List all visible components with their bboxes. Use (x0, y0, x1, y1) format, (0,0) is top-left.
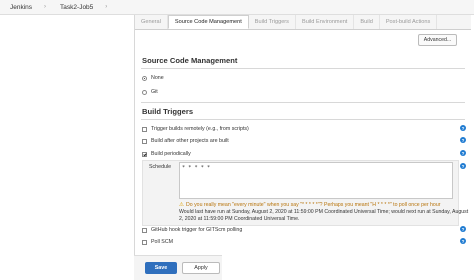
help-icon[interactable]: ? (460, 150, 466, 156)
trigger-remote[interactable]: Trigger builds remotely (e.g., from scri… (142, 126, 249, 132)
scm-option-git-label: Git (151, 89, 158, 95)
config-tabs: General Source Code Management Build Tri… (135, 15, 471, 30)
checkbox-icon[interactable] (142, 138, 147, 144)
trigger-after-projects-label: Build after other projects are built (151, 138, 229, 144)
help-icon[interactable]: ? (460, 125, 466, 131)
scm-section-title: Source Code Management (142, 56, 238, 65)
schedule-warning: ⚠ Do you really mean "every minute" when… (179, 202, 440, 208)
radio-icon[interactable] (142, 89, 147, 95)
advanced-button[interactable]: Advanced... (418, 34, 457, 46)
warning-icon: ⚠ (179, 202, 185, 208)
trigger-poll-scm-label: Poll SCM (151, 239, 174, 245)
tab-build[interactable]: Build (354, 15, 380, 29)
help-icon[interactable]: ? (460, 137, 466, 143)
trigger-github-hook[interactable]: GitHub hook trigger for GITScm polling (142, 227, 242, 233)
trigger-periodically-label: Build periodically (151, 151, 191, 157)
checkbox-icon[interactable] (142, 126, 147, 132)
trigger-github-hook-label: GitHub hook trigger for GITScm polling (151, 227, 243, 233)
tab-build-triggers[interactable]: Build Triggers (249, 15, 296, 29)
checkbox-icon[interactable] (142, 227, 147, 233)
schedule-textarea[interactable]: * * * * * (179, 162, 453, 199)
trigger-poll-scm[interactable]: Poll SCM (142, 239, 173, 245)
checkbox-icon[interactable] (142, 239, 147, 245)
divider (141, 119, 465, 120)
help-icon[interactable]: ? (460, 238, 466, 244)
schedule-info: Would last have run at Sunday, August 2,… (179, 209, 469, 222)
tab-post-build-actions[interactable]: Post-build Actions (380, 15, 438, 29)
tab-source-code-management[interactable]: Source Code Management (167, 15, 249, 29)
scm-option-none[interactable]: None (142, 75, 164, 81)
build-triggers-section-title: Build Triggers (142, 107, 194, 116)
apply-button[interactable]: Apply (182, 262, 220, 274)
breadcrumb-separator-icon: › (105, 4, 108, 10)
divider (141, 102, 465, 103)
trigger-remote-label: Trigger builds remotely (e.g., from scri… (151, 126, 249, 132)
tab-general[interactable]: General (135, 15, 168, 29)
radio-selected-icon[interactable] (142, 75, 147, 81)
config-panel: General Source Code Management Build Tri… (134, 15, 471, 279)
tab-build-environment[interactable]: Build Environment (296, 15, 355, 29)
schedule-label: Schedule (149, 164, 172, 170)
breadcrumb-root-label[interactable]: Jenkins (10, 4, 32, 11)
schedule-warning-text: Do you really mean "every minute" when y… (186, 202, 441, 208)
help-icon[interactable]: ? (460, 163, 466, 169)
trigger-periodically[interactable]: Build periodically (142, 151, 191, 157)
scm-option-none-label: None (151, 75, 164, 81)
breadcrumb-bar: Jenkins › Task2-Job5 › (0, 0, 474, 15)
save-button[interactable]: Save (145, 262, 177, 274)
breadcrumb-job-label[interactable]: Task2-Job5 (60, 4, 93, 11)
help-icon[interactable]: ? (460, 226, 466, 232)
breadcrumb-root[interactable]: Jenkins › (0, 4, 46, 11)
scm-option-git[interactable]: Git (142, 89, 158, 95)
trigger-after-projects[interactable]: Build after other projects are built (142, 138, 229, 144)
sidebar (0, 15, 133, 279)
breadcrumb-job[interactable]: Task2-Job5 › (46, 4, 107, 11)
checkbox-checked-icon[interactable] (142, 151, 147, 157)
divider (141, 68, 465, 69)
